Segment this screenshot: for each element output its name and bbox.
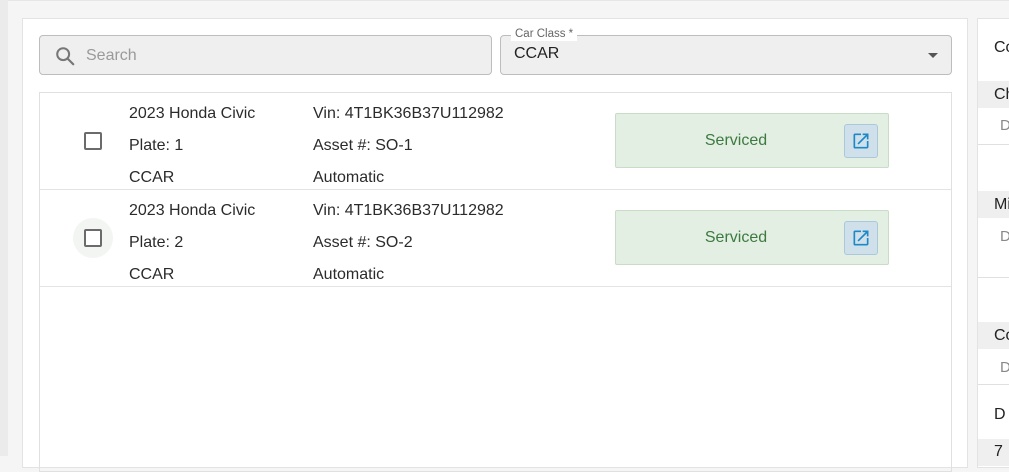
vehicle-details-column: Vin: 4T1BK36B37U112982 Asset #: SO-2 Aut… <box>313 195 504 291</box>
side-section-title: 7 <box>994 443 1003 460</box>
side-section-title: Ch <box>994 86 1009 103</box>
side-section-field: D <box>1000 228 1009 245</box>
vehicle-class: CCAR <box>129 266 175 283</box>
vehicle-selection-panel: Car Class * CCAR 2023 Honda Civic Plate:… <box>22 18 968 472</box>
top-divider <box>0 0 1009 1</box>
status-badge: Serviced <box>615 113 889 168</box>
vehicle-name: 2023 Honda Civic <box>129 105 256 122</box>
vehicle-plate: Plate: 2 <box>129 234 184 251</box>
left-edge-panel <box>0 0 8 456</box>
search-input[interactable] <box>84 42 483 70</box>
car-class-label: Car Class * <box>511 27 578 41</box>
vehicle-transmission: Automatic <box>313 266 385 283</box>
vehicle-row: 2023 Honda Civic Plate: 2 CCAR Vin: 4T1B… <box>40 190 951 287</box>
open-link-button[interactable] <box>844 124 878 158</box>
vehicle-name: 2023 Honda Civic <box>129 202 256 219</box>
side-divider <box>978 277 1009 278</box>
vehicle-asset: Asset #: SO-2 <box>313 234 413 251</box>
vehicle-row: 2023 Honda Civic Plate: 1 CCAR Vin: 4T1B… <box>40 93 951 190</box>
search-icon <box>56 47 75 66</box>
car-class-value: CCAR <box>514 45 560 62</box>
vehicle-plate: Plate: 1 <box>129 137 184 154</box>
vehicle-vin: Vin: 4T1BK36B37U112982 <box>313 202 504 219</box>
checkbox-wrapper[interactable] <box>73 121 113 161</box>
side-section-title: Co <box>994 327 1009 344</box>
open-link-button[interactable] <box>844 221 878 255</box>
status-text: Serviced <box>704 132 768 149</box>
vehicle-list: 2023 Honda Civic Plate: 1 CCAR Vin: 4T1B… <box>39 92 952 472</box>
car-class-select[interactable]: Car Class * CCAR <box>500 27 952 75</box>
search-box[interactable] <box>39 35 492 75</box>
vehicle-checkbox[interactable] <box>84 229 102 247</box>
side-divider <box>978 144 1009 145</box>
vehicle-info-column: 2023 Honda Civic Plate: 1 CCAR <box>129 98 255 194</box>
vehicle-checkbox[interactable] <box>84 132 102 150</box>
side-panel-header: Co <box>994 39 1009 56</box>
vehicle-details-column: Vin: 4T1BK36B37U112982 Asset #: SO-1 Aut… <box>313 98 504 194</box>
details-side-panel: Co Ch D Mi D Co D D 7 <box>977 18 1009 468</box>
vehicle-info-column: 2023 Honda Civic Plate: 2 CCAR <box>129 195 255 291</box>
side-section-title: Mi <box>994 196 1009 213</box>
vehicle-asset: Asset #: SO-1 <box>313 137 413 154</box>
side-divider <box>978 384 1009 385</box>
side-section-field: D <box>1000 117 1009 134</box>
dropdown-arrow-icon[interactable] <box>928 53 938 58</box>
open-in-new-icon <box>853 133 869 149</box>
side-section-title: D <box>994 406 1006 423</box>
status-text: Serviced <box>704 229 768 246</box>
vehicle-vin: Vin: 4T1BK36B37U112982 <box>313 105 504 122</box>
side-section-field: D <box>1000 359 1009 376</box>
checkbox-wrapper[interactable] <box>73 218 113 258</box>
status-badge: Serviced <box>615 210 889 265</box>
open-in-new-icon <box>853 230 869 246</box>
